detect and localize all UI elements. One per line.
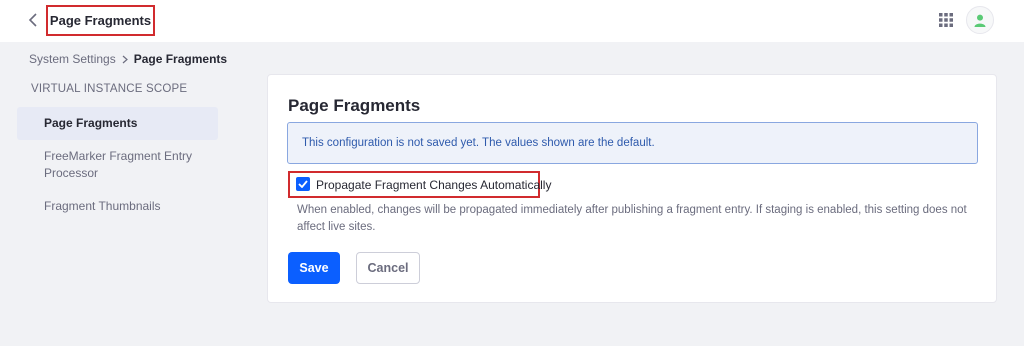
sidebar-item-label: Fragment Thumbnails	[44, 199, 161, 213]
info-alert-text: This configuration is not saved yet. The…	[302, 137, 655, 149]
breadcrumb: System Settings Page Fragments	[29, 51, 227, 67]
back-button[interactable]	[22, 9, 44, 31]
checkmark-icon	[298, 180, 308, 188]
sidebar-scope-header: VIRTUAL INSTANCE SCOPE	[31, 83, 188, 95]
propagate-changes-label[interactable]: Propagate Fragment Changes Automatically	[316, 178, 551, 192]
propagate-changes-checkbox[interactable]	[296, 177, 310, 191]
cancel-button[interactable]: Cancel	[356, 252, 420, 284]
save-button[interactable]: Save	[288, 252, 340, 284]
page-title: Page Fragments	[46, 5, 155, 36]
card-title: Page Fragments	[288, 96, 421, 115]
help-text: When enabled, changes will be propagated…	[297, 202, 977, 236]
configuration-card: Page Fragments This configuration is not…	[267, 74, 997, 303]
sidebar-item-page-fragments[interactable]: Page Fragments	[17, 107, 218, 140]
apps-menu-button[interactable]	[936, 10, 956, 30]
user-icon	[974, 14, 986, 27]
breadcrumb-system-settings[interactable]: System Settings	[29, 52, 116, 66]
help-text-line: affect live sites.	[297, 221, 376, 233]
sidebar-item-freemarker-processor[interactable]: FreeMarker Fragment Entry Processor	[17, 148, 218, 182]
grid-icon	[939, 13, 953, 27]
page-title-text: Page Fragments	[49, 13, 152, 28]
sidebar-item-fragment-thumbnails[interactable]: Fragment Thumbnails	[17, 198, 218, 215]
chevron-left-icon	[28, 13, 37, 27]
info-alert: This configuration is not saved yet. The…	[287, 122, 978, 164]
help-text-line: When enabled, changes will be propagated…	[297, 204, 967, 216]
breadcrumb-current: Page Fragments	[133, 52, 228, 66]
sidebar-item-label: Page Fragments	[44, 116, 138, 130]
sidebar-item-label: FreeMarker Fragment Entry	[44, 149, 193, 163]
user-avatar[interactable]	[966, 6, 994, 34]
top-bar: Page Fragments	[0, 0, 1024, 42]
chevron-right-icon	[122, 55, 128, 64]
sidebar-item-label-continued: Processor	[44, 166, 99, 180]
